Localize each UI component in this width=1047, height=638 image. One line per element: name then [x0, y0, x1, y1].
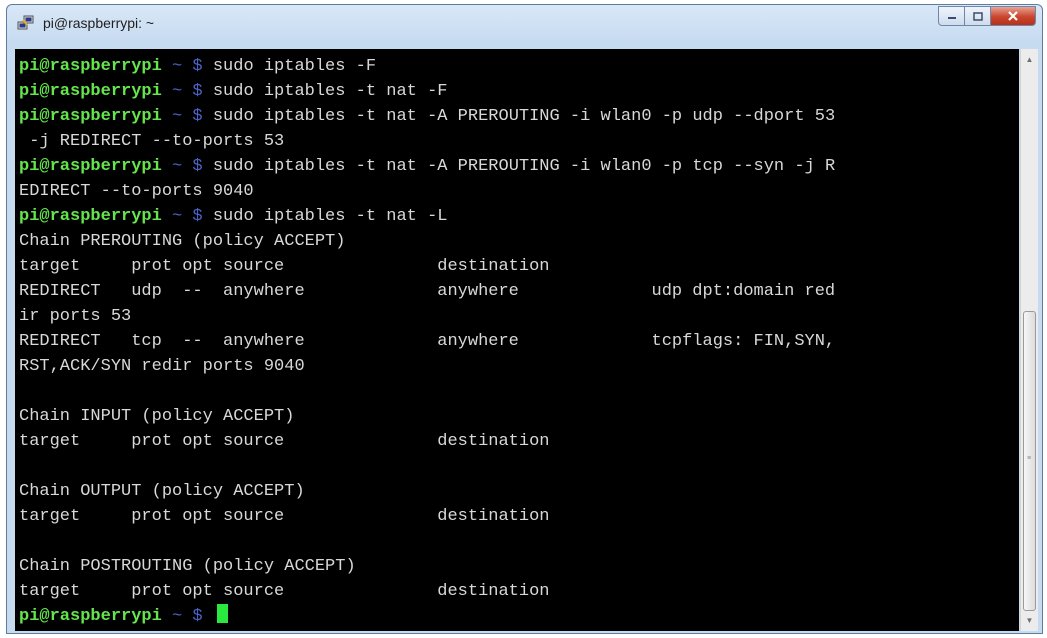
title-bar[interactable]: pi@raspberrypi: ~	[7, 5, 1042, 41]
command-text: sudo iptables -t nat -A PREROUTING -i wl…	[212, 107, 836, 126]
scroll-down-icon[interactable]: ▼	[1021, 612, 1038, 629]
output-line: target prot opt source destination	[19, 257, 550, 276]
text-cursor	[216, 604, 228, 623]
close-icon	[1008, 11, 1018, 21]
command-text: sudo iptables -t nat -F	[212, 82, 448, 101]
command-text: sudo iptables -t nat -L	[212, 207, 448, 226]
prompt-path: ~ $	[172, 607, 203, 626]
output-line: Chain POSTROUTING (policy ACCEPT)	[19, 557, 356, 576]
maximize-button[interactable]	[965, 6, 991, 26]
prompt-user: pi@raspberrypi	[19, 57, 162, 76]
prompt-path: ~ $	[172, 107, 203, 126]
scrollbar-thumb[interactable]: ≡	[1023, 311, 1036, 611]
output-line: -j REDIRECT --to-ports 53	[19, 132, 285, 151]
output-line: Chain PREROUTING (policy ACCEPT)	[19, 232, 346, 251]
command-line: pi@raspberrypi ~ $ sudo iptables -t nat …	[19, 204, 447, 229]
output-line: target prot opt source destination	[19, 507, 550, 526]
output-line: Chain INPUT (policy ACCEPT)	[19, 407, 295, 426]
minimize-icon	[947, 17, 956, 19]
output-line: ir ports 53	[19, 307, 132, 326]
active-prompt-line: pi@raspberrypi ~ $	[19, 604, 228, 629]
command-line: pi@raspberrypi ~ $ sudo iptables -t nat …	[19, 154, 835, 179]
prompt-user: pi@raspberrypi	[19, 107, 162, 126]
command-line: pi@raspberrypi ~ $ sudo iptables -F	[19, 54, 376, 79]
terminal-output[interactable]: pi@raspberrypi ~ $ sudo iptables -F pi@ra…	[15, 49, 1019, 631]
maximize-icon	[972, 11, 983, 21]
output-line: REDIRECT tcp -- anywhere anywhere tcpfla…	[19, 332, 836, 351]
vertical-scrollbar[interactable]: ▲ ≡ ▼	[1020, 49, 1038, 631]
command-text: sudo iptables -F	[212, 57, 377, 76]
terminal-window: pi@raspberrypi: ~ pi@raspberrypi ~ $ sud…	[6, 4, 1043, 634]
window-title: pi@raspberrypi: ~	[43, 15, 155, 31]
command-line: pi@raspberrypi ~ $ sudo iptables -t nat …	[19, 104, 835, 129]
output-line: target prot opt source destination	[19, 432, 550, 451]
prompt-path: ~ $	[172, 207, 203, 226]
output-line: target prot opt source destination	[19, 582, 550, 601]
caption-buttons	[938, 6, 1036, 28]
close-button[interactable]	[991, 6, 1036, 26]
prompt-user: pi@raspberrypi	[19, 157, 162, 176]
scroll-up-icon[interactable]: ▲	[1021, 51, 1038, 68]
prompt-path: ~ $	[172, 57, 203, 76]
prompt-user: pi@raspberrypi	[19, 207, 162, 226]
minimize-button[interactable]	[938, 6, 965, 26]
output-line: REDIRECT udp -- anywhere anywhere udp dp…	[19, 282, 836, 301]
output-line: RST,ACK/SYN redir ports 9040	[19, 357, 305, 376]
prompt-user: pi@raspberrypi	[19, 82, 162, 101]
putty-icon	[17, 15, 34, 30]
prompt-path: ~ $	[172, 157, 203, 176]
prompt-path: ~ $	[172, 82, 203, 101]
command-text: sudo iptables -t nat -A PREROUTING -i wl…	[212, 157, 836, 176]
prompt-user: pi@raspberrypi	[19, 607, 162, 626]
grip-icon: ≡	[1027, 455, 1032, 462]
command-line: pi@raspberrypi ~ $ sudo iptables -t nat …	[19, 79, 447, 104]
output-line: EDIRECT --to-ports 9040	[19, 182, 254, 201]
output-line: Chain OUTPUT (policy ACCEPT)	[19, 482, 305, 501]
